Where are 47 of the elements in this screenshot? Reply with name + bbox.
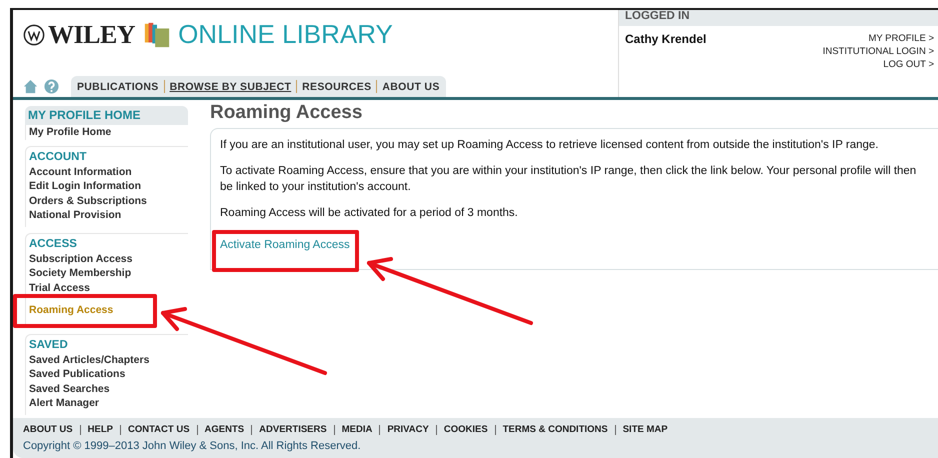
- sidebar-link[interactable]: National Provision: [29, 208, 188, 222]
- footer-link[interactable]: ADVERTISERS: [259, 424, 327, 435]
- footer-link[interactable]: CONTACT US: [128, 424, 190, 435]
- nav-tab[interactable]: BROWSE BY SUBJECT: [170, 80, 292, 92]
- wiley-seal-icon: [23, 24, 45, 46]
- sidebar-link[interactable]: Saved Searches: [29, 382, 188, 396]
- sidebar-link[interactable]: Account Information: [29, 164, 188, 179]
- nav-tab[interactable]: ABOUT US: [382, 80, 440, 92]
- sidebar-link[interactable]: Subscription Access: [29, 252, 188, 266]
- copyright: Copyright © 1999–2013 John Wiley & Sons, Inc. All Rights Reserved.: [23, 440, 362, 452]
- account-link[interactable]: LOG OUT >: [883, 58, 934, 71]
- footer-link[interactable]: PRIVACY: [387, 424, 429, 435]
- footer-link[interactable]: SITE MAP: [622, 424, 668, 435]
- paragraph: To activate Roaming Access, ensure that you are within your institution's IP range, then click the link below. Your personal profile will then be linked to your institution's account.: [220, 164, 918, 195]
- section-heading: ACCESS: [29, 236, 78, 252]
- home-icon[interactable]: [23, 79, 38, 94]
- login-heading: LOGGED IN: [619, 10, 938, 26]
- account-link[interactable]: INSTITUTIONAL LOGIN >: [822, 45, 934, 58]
- footer-link[interactable]: TERMS & CONDITIONS: [502, 424, 608, 435]
- section-heading: SAVED: [29, 338, 69, 352]
- sidebar-link[interactable]: Saved Publications: [29, 367, 188, 382]
- activate-link[interactable]: Activate Roaming Access: [220, 239, 350, 251]
- nav-tab[interactable]: RESOURCES: [302, 80, 372, 92]
- wiley-wordmark[interactable]: WILEY: [48, 20, 136, 50]
- footer-link[interactable]: HELP: [88, 424, 113, 435]
- account-link[interactable]: MY PROFILE >: [868, 32, 934, 45]
- books-icon: [143, 20, 172, 48]
- user-name: Cathy Krendel: [625, 32, 706, 48]
- footer-link[interactable]: ABOUT US: [23, 424, 73, 435]
- footer-link[interactable]: COOKIES: [444, 424, 488, 435]
- page-title: Roaming Access: [210, 102, 364, 124]
- sidebar-link[interactable]: Society Membership: [29, 266, 188, 280]
- section-heading: ACCOUNT: [29, 150, 88, 164]
- help-icon[interactable]: [44, 79, 59, 94]
- sidebar-link[interactable]: Saved Articles/Chapters: [29, 352, 188, 367]
- footer-link[interactable]: AGENTS: [204, 424, 244, 435]
- paragraph: Roaming Access will be activated for a period of 3 months.: [220, 206, 519, 221]
- sidebar-link[interactable]: Orders & Subscriptions: [29, 194, 188, 208]
- section-heading: MY PROFILE HOME: [25, 106, 188, 125]
- sidebar-link[interactable]: My Profile Home: [25, 125, 188, 140]
- library-wordmark: ONLINE LIBRARY: [178, 19, 393, 50]
- sidebar-link[interactable]: Alert Manager: [29, 396, 188, 410]
- footer-link[interactable]: MEDIA: [342, 424, 372, 435]
- nav-tab[interactable]: PUBLICATIONS: [77, 80, 159, 92]
- paragraph: If you are an institutional user, you may set up Roaming Access to retrieve licensed content from outside the institution's IP range.: [220, 138, 880, 153]
- sidebar-link[interactable]: Trial Access: [29, 280, 188, 295]
- sidebar-link[interactable]: Edit Login Information: [29, 179, 188, 194]
